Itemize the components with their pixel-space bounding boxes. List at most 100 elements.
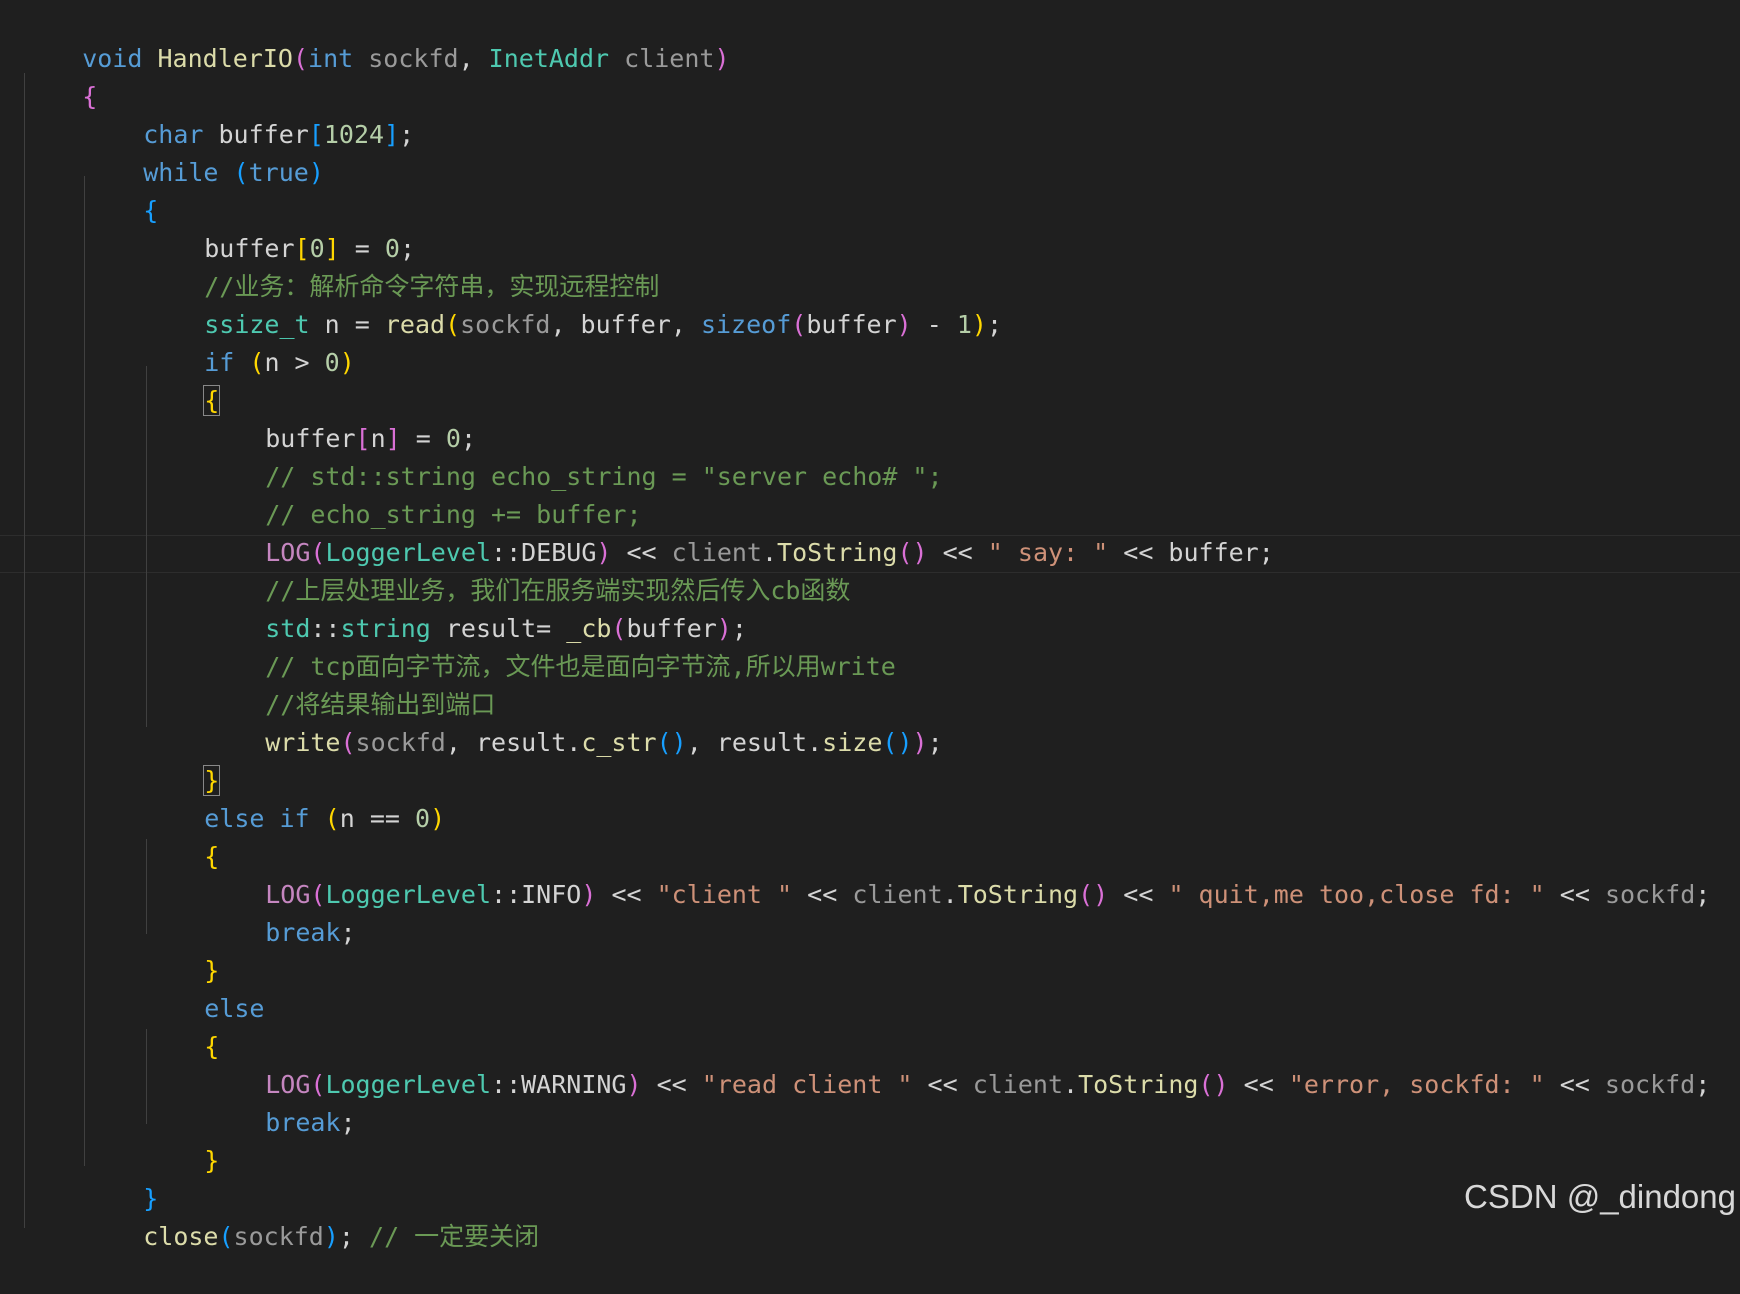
code-token: client xyxy=(624,44,715,73)
code-token: ( xyxy=(218,1222,234,1251)
code-token: ) xyxy=(323,1222,339,1251)
code-line[interactable]: buffer[n] = 0; xyxy=(22,382,476,453)
code-editor[interactable]: void HandlerIO(int sockfd, InetAddr clie… xyxy=(0,0,1740,1251)
code-line[interactable]: //上层处理业务，我们在服务端实现然后传入cb函数 xyxy=(22,534,850,605)
code-token: ; xyxy=(340,1108,356,1137)
code-token: () xyxy=(882,728,913,757)
code-token: if xyxy=(279,804,310,833)
code-token: ; xyxy=(986,310,1003,339)
code-token: () xyxy=(1198,1070,1229,1099)
code-token: :: xyxy=(491,880,522,909)
code-token: "error, sockfd: " xyxy=(1288,1070,1545,1099)
code-token: - xyxy=(911,310,957,339)
code-token: << xyxy=(1228,1070,1289,1099)
code-token: << xyxy=(1544,1070,1605,1099)
code-token: , result. xyxy=(445,728,582,757)
code-line[interactable]: break; xyxy=(22,876,355,947)
code-token: sockfd xyxy=(368,44,459,73)
code-line[interactable]: //业务：解析命令字符串，实现远程控制 xyxy=(22,230,659,301)
code-token: ( xyxy=(791,310,807,339)
code-comment: // 一定要关闭 xyxy=(369,1222,540,1251)
code-token: 0 xyxy=(324,348,340,377)
code-token: ) xyxy=(971,310,987,339)
code-token: 1 xyxy=(956,310,972,339)
code-token: ( xyxy=(324,804,340,833)
code-token: << xyxy=(641,1070,702,1099)
code-token: ) xyxy=(339,348,355,377)
code-line[interactable]: // std::string echo_string = "server ech… xyxy=(22,420,942,491)
code-line[interactable]: LOG(LoggerLevel::INFO) << "client " << c… xyxy=(22,838,1710,909)
code-token: true xyxy=(248,158,309,187)
code-token: "read client " xyxy=(701,1070,913,1099)
code-line[interactable]: if (n > 0) xyxy=(22,306,355,377)
code-line[interactable]: while (true) xyxy=(22,116,324,187)
code-line[interactable]: LOG(LoggerLevel::WARNING) << "read clien… xyxy=(22,1028,1710,1099)
code-token: ; xyxy=(1695,880,1711,909)
code-token: ] xyxy=(384,120,400,149)
code-token: read xyxy=(384,310,446,339)
code-token: ( xyxy=(445,310,461,339)
code-token: () xyxy=(1078,880,1109,909)
code-token: WARNING xyxy=(521,1070,627,1099)
code-token: int xyxy=(308,44,354,73)
code-line[interactable]: { xyxy=(22,990,219,1061)
code-token: ) xyxy=(896,310,912,339)
code-line[interactable]: break; xyxy=(22,1066,355,1137)
code-line[interactable]: LOG(LoggerLevel::DEBUG) << client.ToStri… xyxy=(22,496,1274,567)
code-line[interactable]: close(sockfd); // 一定要关闭 xyxy=(22,1180,539,1251)
code-line[interactable]: buffer[0] = 0; xyxy=(22,192,415,263)
code-token: ; xyxy=(340,918,356,947)
code-line[interactable]: } xyxy=(22,1142,158,1213)
code-line[interactable]: char buffer[1024]; xyxy=(22,78,414,149)
code-token: << xyxy=(1108,880,1169,909)
code-line[interactable]: { xyxy=(22,40,97,111)
code-token: , buffer, xyxy=(550,310,701,339)
code-line[interactable]: { xyxy=(22,154,158,225)
code-line[interactable]: ssize_t n = read(sockfd, buffer, sizeof(… xyxy=(22,268,1002,339)
code-token: HandlerIO xyxy=(157,44,293,73)
code-token: << xyxy=(1544,880,1605,909)
code-token: write xyxy=(265,728,341,757)
code-token: ) xyxy=(912,728,928,757)
code-token: << xyxy=(596,880,657,909)
code-line[interactable]: { xyxy=(22,800,219,871)
code-token: n == xyxy=(339,804,415,833)
code-line[interactable]: } xyxy=(22,914,219,985)
code-line[interactable]: else if (n == 0) xyxy=(22,762,445,833)
code-token: () xyxy=(897,538,928,567)
code-token: . xyxy=(1063,1070,1079,1099)
code-token: ) xyxy=(308,158,324,187)
code-line[interactable]: //将结果输出到端口 xyxy=(22,648,495,719)
code-token: ( xyxy=(340,728,356,757)
code-line[interactable]: void HandlerIO(int sockfd, InetAddr clie… xyxy=(22,2,729,73)
code-line[interactable]: // echo_string += buffer; xyxy=(22,458,641,529)
code-line[interactable]: else xyxy=(22,952,264,1023)
watermark: CSDN @_dindong xyxy=(1464,1178,1736,1215)
code-token: InetAddr xyxy=(488,44,610,73)
code-token: INFO xyxy=(521,880,582,909)
code-line[interactable]: } xyxy=(22,724,221,796)
code-token: , result. xyxy=(686,728,823,757)
code-token: c_str xyxy=(581,728,657,757)
code-token: client xyxy=(972,1070,1064,1099)
code-token: ; xyxy=(338,1222,370,1251)
code-token: size xyxy=(822,728,883,757)
code-token: sockfd xyxy=(460,310,551,339)
code-token: ToString xyxy=(957,880,1079,909)
code-line[interactable]: std::string result= _cb(buffer); xyxy=(22,572,747,643)
code-token: ) xyxy=(581,880,597,909)
code-line[interactable]: write(sockfd, result.c_str(), result.siz… xyxy=(22,686,942,757)
code-line[interactable]: // tcp面向字节流，文件也是面向字节流,所以用write xyxy=(22,610,896,681)
code-line[interactable]: } xyxy=(22,1104,219,1175)
code-token: sockfd xyxy=(1604,880,1696,909)
code-line[interactable]: { xyxy=(22,344,221,416)
code-token: " quit,me too,close fd: " xyxy=(1168,880,1545,909)
code-token: :: xyxy=(491,1070,522,1099)
code-token: . xyxy=(942,880,958,909)
code-token: ; xyxy=(399,120,415,149)
